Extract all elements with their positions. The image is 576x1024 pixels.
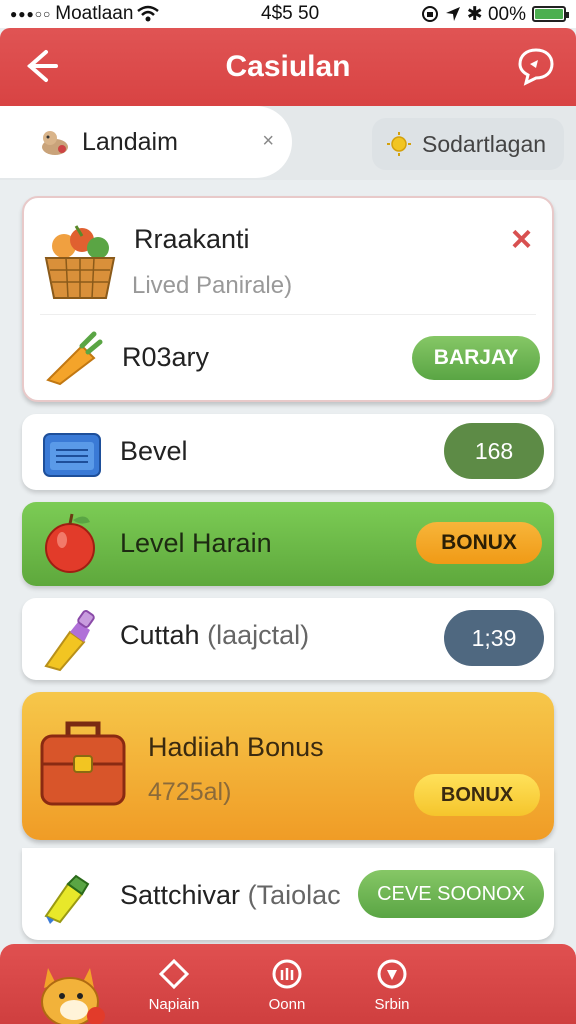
tab-sodartlagan[interactable]: Sodartlagan (372, 118, 564, 170)
row-label: R03ary (122, 342, 210, 372)
carrier-name: Moatlaan (55, 3, 134, 24)
row-label: Sattchivar (Taiolac (120, 880, 341, 910)
shield-icon (377, 959, 407, 989)
card-subtitle: Lived Panirale) (132, 272, 293, 299)
tab-landaim[interactable]: Landaim × (0, 106, 292, 178)
briefcase-icon (38, 716, 128, 813)
nav-label: Napiain (148, 996, 200, 1013)
bonus-button[interactable]: BONUX (416, 522, 542, 564)
tab-label: Landaim (82, 127, 178, 156)
barjay-button[interactable]: BARJAY (412, 336, 540, 380)
bottle-icon (40, 860, 100, 929)
nav-srbin[interactable]: Srbin (352, 958, 432, 1024)
row-label: Level Harain (120, 528, 272, 558)
list-item-cuttah[interactable]: Cuttah (laajctal) 1;39 (22, 598, 554, 680)
nav-napiain[interactable]: Napiain (134, 958, 214, 1024)
status-right: ✱ 00% (421, 3, 569, 26)
nav-oonn[interactable]: Oonn (247, 958, 327, 1024)
sun-icon (387, 132, 411, 156)
status-left: ●●●○○ Moatlaan (10, 3, 160, 25)
carrot-icon (42, 326, 104, 393)
status-time: 4$5 50 (261, 3, 320, 24)
critter-icon (42, 131, 68, 155)
row-label: Bevel (120, 436, 188, 466)
value-badge[interactable]: 168 (444, 423, 544, 479)
featured-card: Rraakanti Lived Panirale) × R03ary BARJA… (22, 196, 554, 402)
location-arrow-icon (445, 7, 460, 21)
lock-rotation-icon (421, 6, 438, 22)
chat-bubble-icon[interactable] (516, 46, 556, 86)
card-heading: Rraakanti (134, 224, 250, 254)
potion-bottle-icon (40, 606, 102, 677)
battery-icon (532, 6, 569, 22)
tab-label: Sodartlagan (422, 130, 547, 157)
battery-percent: ✱ 00% (466, 3, 526, 25)
wifi-icon (137, 5, 160, 22)
signal-dots-icon: ●●●○○ (10, 7, 52, 21)
app-header: Casiulan (0, 28, 576, 106)
nav-label: Oonn (268, 996, 306, 1013)
bonus-heading: Hadiiah Bonus (148, 732, 324, 762)
value-badge[interactable]: 1;39 (444, 610, 544, 666)
list-item-bevel[interactable]: Bevel 168 (22, 414, 554, 490)
bottom-nav: Napiain Oonn Srbin (0, 944, 576, 1024)
arrow-left-icon[interactable] (20, 46, 60, 86)
list-item-level-harain[interactable]: Level Harain BONUX (22, 502, 554, 586)
fox-mascot-icon (34, 958, 112, 1024)
save-bonus-button[interactable]: CEVE SOONOX (358, 870, 544, 918)
bonus-card[interactable]: Hadiiah Bonus 4725al) BONUX (22, 692, 554, 840)
bonus-button[interactable]: BONUX (414, 774, 540, 816)
list-item-sattchivar[interactable]: Sattchivar (Taiolac CEVE SOONOX (22, 848, 554, 940)
close-icon[interactable]: × (511, 218, 532, 260)
gift-icon (272, 959, 302, 989)
bonus-subtitle: 4725al) (148, 778, 232, 806)
folder-icon (40, 422, 104, 487)
tab-bar: Landaim × Sodartlagan (0, 106, 576, 180)
page-title: Casiulan (225, 50, 351, 83)
nav-label: Srbin (374, 996, 410, 1013)
fruit-basket-icon (42, 218, 118, 307)
apple-icon (40, 510, 100, 579)
divider (40, 314, 536, 315)
close-tab-icon[interactable]: × (262, 130, 274, 153)
status-bar: ●●●○○ Moatlaan 4$5 50 ✱ 00% (0, 0, 576, 28)
diamond-icon (158, 958, 190, 990)
row-label: Cuttah (laajctal) (120, 620, 310, 650)
